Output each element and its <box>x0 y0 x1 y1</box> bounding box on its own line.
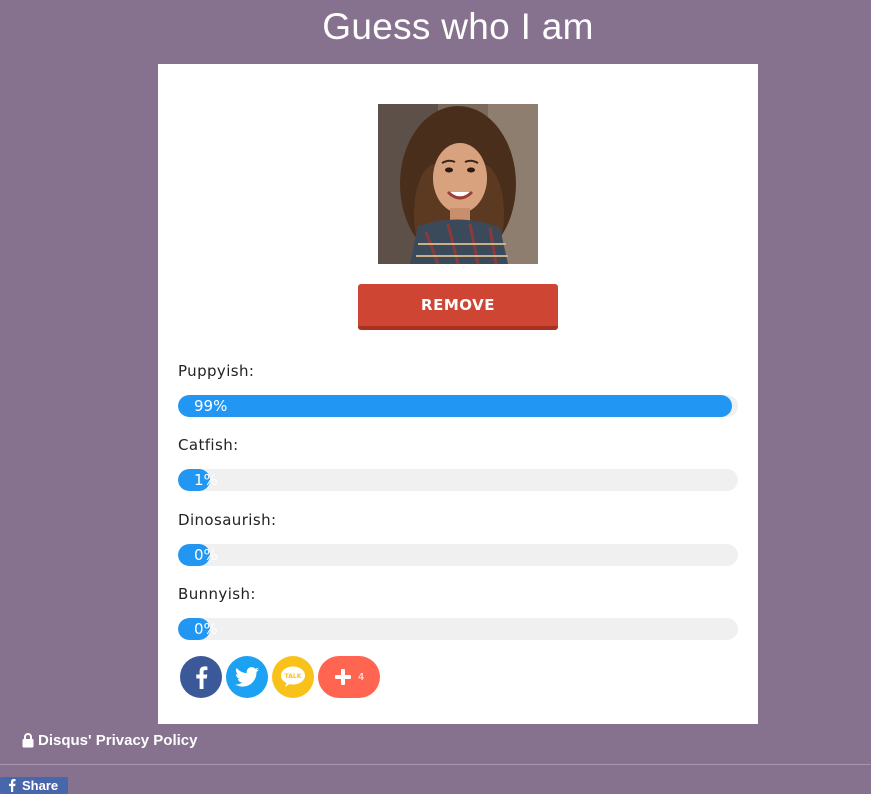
progress-fill <box>178 395 733 417</box>
plus-icon <box>334 669 351 685</box>
result-dinosaurish: Dinosaurish: 0% <box>178 510 738 566</box>
share-buttons: TALK 4 <box>180 656 380 698</box>
kakaotalk-share-button[interactable]: TALK <box>272 656 314 698</box>
twitter-share-button[interactable] <box>226 656 268 698</box>
quiz-result-card: REMOVE Puppyish: 99% Catfish: 1% Dinosau… <box>158 64 758 724</box>
progress-bar: 99% <box>178 395 738 417</box>
progress-value: 99% <box>194 397 228 415</box>
privacy-policy-label: Disqus' Privacy Policy <box>38 732 198 749</box>
kakaotalk-label: TALK <box>285 673 302 680</box>
lock-icon <box>22 733 34 748</box>
remove-button[interactable]: REMOVE <box>358 284 558 330</box>
page: Guess who I am REMOVE Puppyish: 99% Catf… <box>0 0 871 794</box>
progress-value: 0% <box>194 620 218 638</box>
facebook-icon <box>196 666 208 689</box>
facebook-f-icon <box>9 779 16 792</box>
result-label: Puppyish: <box>178 362 255 380</box>
result-bunnyish: Bunnyish: 0% <box>178 584 738 640</box>
progress-bar: 0% <box>178 618 738 640</box>
footer-divider <box>0 764 871 765</box>
more-share-button[interactable]: 4 <box>318 656 380 698</box>
result-puppyish: Puppyish: 99% <box>178 361 738 417</box>
twitter-icon <box>235 667 259 687</box>
result-catfish: Catfish: 1% <box>178 435 738 491</box>
facebook-share-button[interactable] <box>180 656 222 698</box>
progress-value: 0% <box>194 546 218 564</box>
result-label: Bunnyish: <box>178 585 256 603</box>
facebook-share-link[interactable]: Share <box>0 777 68 794</box>
result-label: Dinosaurish: <box>178 511 277 529</box>
progress-bar: 1% <box>178 469 738 491</box>
kakaotalk-icon: TALK <box>281 666 305 687</box>
share-label: Share <box>22 778 59 793</box>
progress-bar: 0% <box>178 544 738 566</box>
result-label: Catfish: <box>178 436 239 454</box>
progress-value: 1% <box>194 471 218 489</box>
page-title: Guess who I am <box>322 6 594 47</box>
share-count: 4 <box>357 671 365 683</box>
privacy-policy-link[interactable]: Disqus' Privacy Policy <box>22 732 197 749</box>
profile-photo <box>378 104 538 264</box>
